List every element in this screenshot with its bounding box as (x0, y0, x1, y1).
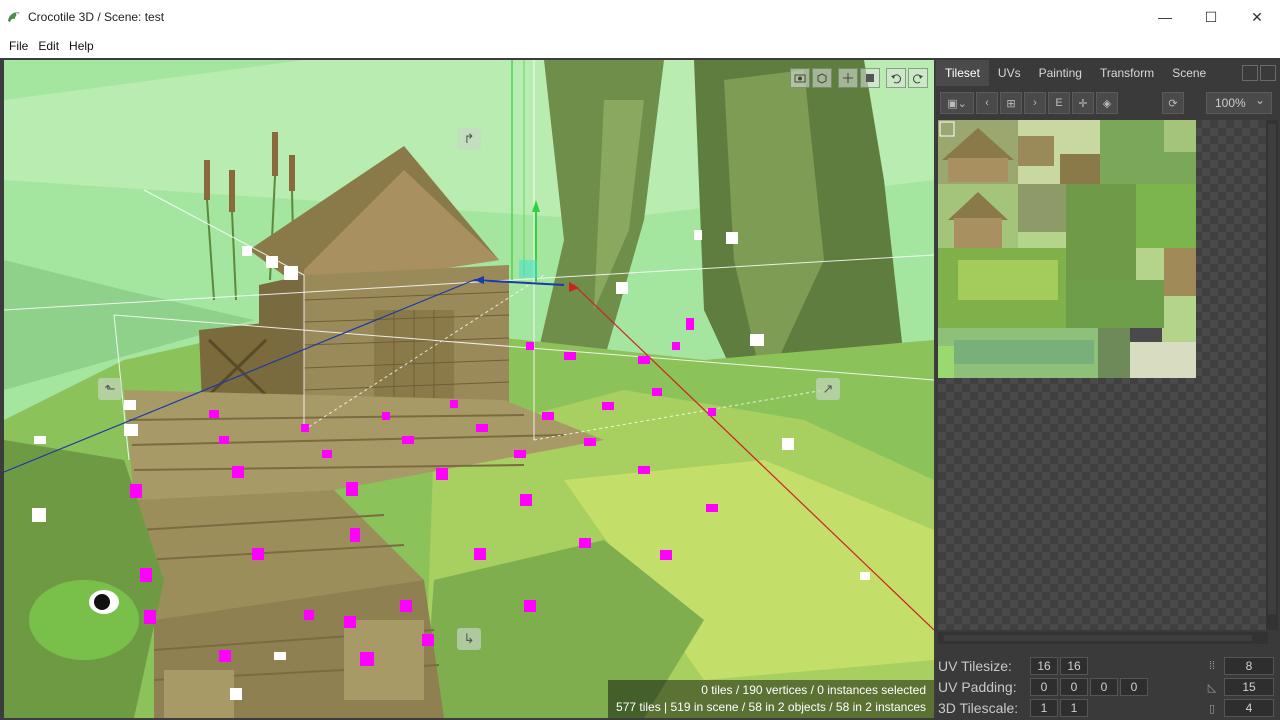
title-bar: Crocotile 3D / Scene: test — ☐ ✕ (0, 0, 1280, 34)
angle-icon: ◺ (1207, 681, 1217, 694)
tileset-horizontal-scrollbar[interactable] (938, 632, 1268, 644)
uv-padding-field-2[interactable]: 0 (1060, 678, 1088, 696)
pick-tool-button[interactable]: ✛ (1072, 92, 1094, 114)
tilescale-x-field[interactable]: 1 (1030, 699, 1058, 717)
grid-dots-icon: ⁞⁞ (1208, 660, 1216, 672)
next-tileset-button[interactable]: › (1024, 92, 1046, 114)
angle-row: ◺ 15 (1204, 677, 1276, 697)
tilescale-3d-label: 3D Tilescale: (938, 700, 1019, 716)
camera-icon[interactable] (790, 68, 810, 88)
cube-icon[interactable] (812, 68, 832, 88)
edit-icon: E (1055, 97, 1063, 109)
tileset-toolbar: ▣⌄ ‹ ⊞ › E ✛ ◈ ⟳ 100% (940, 90, 1276, 116)
tilescale-y-field[interactable]: 1 (1060, 699, 1088, 717)
grid-view-button[interactable]: ⊞ (1000, 92, 1022, 114)
undock-icon[interactable] (1242, 65, 1258, 81)
zoom-select[interactable]: 100% (1206, 90, 1272, 114)
uv-padding-row: UV Padding: 0 0 0 0 (938, 677, 1150, 697)
status-selection: 0 tiles / 190 vertices / 0 instances sel… (701, 683, 926, 697)
layers-icon: ◈ (1102, 97, 1112, 110)
panel-tabs: Tileset UVs Painting Transform Scene (936, 60, 1280, 86)
redo-icon[interactable] (908, 68, 928, 88)
uv-padding-field-3[interactable]: 0 (1090, 678, 1118, 696)
tab-painting[interactable]: Painting (1030, 60, 1091, 86)
tileset-vertical-scrollbar[interactable] (1266, 120, 1278, 630)
uv-tilesize-y-field[interactable]: 16 (1060, 657, 1088, 675)
image-icon: ▣⌄ (947, 97, 967, 110)
menu-bar: File Edit Help (0, 34, 1280, 58)
rotate-handle-bottom-icon[interactable]: ↳ (457, 628, 481, 650)
panel-menu-icon[interactable] (1260, 65, 1276, 81)
chevron-right-icon: › (1033, 97, 1037, 109)
grid-size-field[interactable]: 8 (1224, 657, 1274, 675)
viewport-status: 0 tiles / 190 vertices / 0 instances sel… (608, 680, 934, 718)
window-title: Crocotile 3D / Scene: test (28, 10, 165, 24)
close-button[interactable]: ✕ (1234, 0, 1280, 34)
prev-tileset-button[interactable]: ‹ (976, 92, 998, 114)
rotate-handle-right-icon[interactable]: ↗ (816, 378, 840, 400)
chevron-left-icon: ‹ (985, 97, 989, 109)
close-icon: ✕ (1251, 8, 1263, 25)
tab-transform[interactable]: Transform (1091, 60, 1163, 86)
square-icon[interactable] (860, 68, 880, 88)
maximize-button[interactable]: ☐ (1188, 0, 1234, 34)
uv-tilesize-label: UV Tilesize: (938, 658, 1012, 674)
main-area: ↱ ⬑ ↗ ↳ 0 tiles / 190 vertices / 0 insta… (0, 58, 1280, 720)
book-icon: ▯ (1208, 702, 1216, 715)
tilescale-3d-row: 3D Tilescale: 1 1 (938, 698, 1090, 718)
book-row: ▯ 4 (1204, 698, 1276, 718)
menu-edit[interactable]: Edit (33, 39, 64, 53)
menu-file[interactable]: File (4, 39, 33, 53)
side-panel: Tileset UVs Painting Transform Scene ▣⌄ … (936, 58, 1280, 720)
tab-tileset[interactable]: Tileset (936, 60, 989, 86)
uv-tilesize-row: UV Tilesize: 16 16 (938, 656, 1090, 676)
edit-tileset-button[interactable]: E (1048, 92, 1070, 114)
maximize-icon: ☐ (1204, 8, 1218, 25)
book-field[interactable]: 4 (1224, 699, 1274, 717)
layers-button[interactable]: ◈ (1096, 92, 1118, 114)
refresh-icon: ⟳ (1168, 97, 1178, 110)
uv-padding-field-4[interactable]: 0 (1120, 678, 1148, 696)
tileset-properties: UV Tilesize: 16 16 UV Padding: 0 0 0 0 3… (936, 654, 1280, 720)
uv-tilesize-x-field[interactable]: 16 (1030, 657, 1058, 675)
menu-help[interactable]: Help (64, 39, 99, 53)
crosshair-icon: ✛ (1078, 97, 1088, 110)
minimize-icon: — (1158, 9, 1172, 25)
uv-padding-field-1[interactable]: 0 (1030, 678, 1058, 696)
tileset-image (938, 120, 1196, 378)
refresh-button[interactable]: ⟳ (1162, 92, 1184, 114)
rotate-handle-top-icon[interactable]: ↱ (457, 128, 481, 150)
scene-render (4, 60, 934, 718)
undo-icon[interactable] (886, 68, 906, 88)
gizmo-icon[interactable] (838, 68, 858, 88)
3d-viewport[interactable]: ↱ ⬑ ↗ ↳ 0 tiles / 190 vertices / 0 insta… (4, 60, 934, 718)
crocotile-app-icon (8, 12, 20, 22)
rotate-handle-left-icon[interactable]: ⬑ (98, 378, 122, 400)
tileset-canvas[interactable] (938, 120, 1268, 630)
status-totals: 577 tiles | 519 in scene / 58 in 2 objec… (616, 700, 926, 714)
grid-icon: ⊞ (1006, 97, 1016, 110)
tab-scene[interactable]: Scene (1163, 60, 1215, 86)
minimize-button[interactable]: — (1142, 0, 1188, 34)
viewport-toolbar (790, 68, 928, 88)
angle-field[interactable]: 15 (1224, 678, 1274, 696)
tileset-image-dropdown[interactable]: ▣⌄ (940, 92, 974, 114)
grid-size-row: ⁞⁞ 8 (1204, 656, 1276, 676)
tab-uvs[interactable]: UVs (989, 60, 1030, 86)
uv-padding-label: UV Padding: (938, 679, 1017, 695)
